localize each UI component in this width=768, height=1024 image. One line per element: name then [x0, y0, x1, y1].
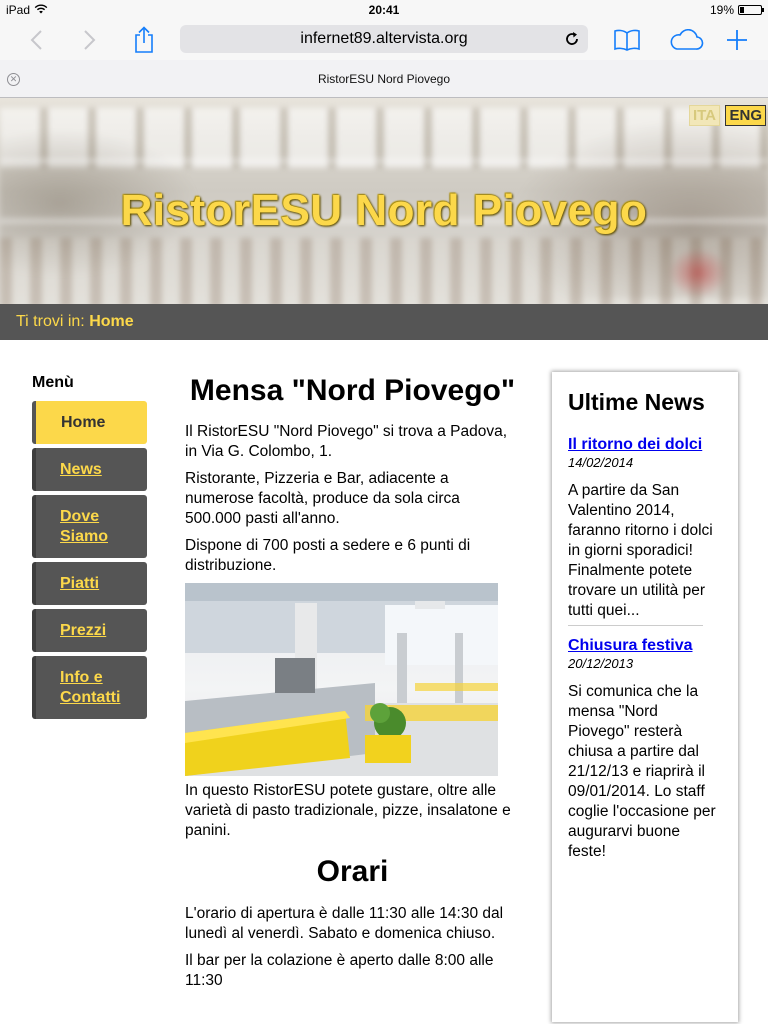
- language-eng-button[interactable]: ENG: [725, 105, 766, 126]
- bookmarks-icon[interactable]: [611, 24, 643, 56]
- battery-icon: [738, 5, 764, 15]
- status-right: 19%: [709, 3, 764, 17]
- news-sidebar: Ultime News Il ritorno dei dolci 14/02/2…: [552, 372, 738, 1022]
- breadcrumb-current: Home: [89, 313, 134, 330]
- status-bar: iPad 20:41 19%: [0, 0, 768, 20]
- news-item-date: 14/02/2014: [568, 455, 634, 470]
- battery-percent: 19%: [709, 3, 734, 17]
- forward-icon[interactable]: [74, 24, 106, 56]
- capacity-paragraph: Dispone di 700 posti a sedere e 6 punti …: [185, 537, 471, 574]
- intro-paragraph: Il RistorESU "Nord Piovego" si trova a P…: [185, 423, 508, 460]
- url-text: infernet89.altervista.org: [300, 30, 468, 47]
- menu-item-info-contatti[interactable]: Info e Contatti: [32, 656, 147, 719]
- back-icon[interactable]: [20, 24, 52, 56]
- canteen-photo: [185, 583, 498, 776]
- language-ita-button[interactable]: ITA: [688, 105, 720, 126]
- news-item: Chiusura festiva 20/12/2013 Si comunica …: [568, 636, 722, 862]
- tab-bar: ✕ RistorESU Nord Piovego: [0, 60, 768, 98]
- news-divider: [568, 625, 703, 626]
- icloud-tabs-icon[interactable]: [666, 24, 706, 56]
- share-icon[interactable]: [128, 24, 160, 56]
- menu-item-news[interactable]: News: [32, 448, 147, 491]
- tab-title[interactable]: RistorESU Nord Piovego: [0, 72, 768, 86]
- side-menu: Menù Home News Dove Siamo Piatti Prezzi …: [32, 374, 148, 723]
- page-title: Mensa "Nord Piovego": [189, 374, 516, 407]
- menu-item-dove-siamo[interactable]: Dove Siamo: [32, 495, 147, 558]
- reload-icon[interactable]: [562, 29, 582, 49]
- bar-hours-paragraph: Il bar per la colazione è aperto dalle 8…: [185, 952, 494, 989]
- main-content: Mensa "Nord Piovego" Il RistorESU "Nord …: [185, 372, 520, 998]
- breadcrumb: Ti trovi in: Home: [0, 304, 768, 340]
- news-item-title-link[interactable]: Il ritorno dei dolci: [568, 435, 722, 455]
- breadcrumb-prefix: Ti trovi in:: [16, 313, 85, 330]
- address-bar[interactable]: infernet89.altervista.org: [180, 25, 588, 53]
- hours-paragraph: L'orario di apertura è dalle 11:30 alle …: [185, 905, 504, 942]
- news-item-date: 20/12/2013: [568, 656, 634, 671]
- news-item-text: Si comunica che la mensa "Nord Piovego" …: [568, 683, 716, 860]
- photo-caption: In questo RistorESU potete gustare, oltr…: [185, 782, 511, 839]
- news-item-title-link[interactable]: Chiusura festiva: [568, 636, 722, 656]
- menu-item-piatti[interactable]: Piatti: [32, 562, 147, 605]
- description-paragraph: Ristorante, Pizzeria e Bar, adiacente a …: [185, 470, 460, 527]
- site-title: RistorESU Nord Piovego: [120, 186, 648, 235]
- browser-toolbar: infernet89.altervista.org: [0, 20, 768, 60]
- header-banner: ITA ENG RistorESU Nord Piovego: [0, 98, 768, 304]
- menu-item-home[interactable]: Home: [32, 401, 147, 444]
- hours-heading: Orari: [316, 855, 389, 888]
- news-title: Ultime News: [568, 389, 705, 415]
- news-item-text: A partire da San Valentino 2014, faranno…: [568, 482, 713, 619]
- menu-title: Menù: [32, 374, 74, 391]
- news-item: Il ritorno dei dolci 14/02/2014 A partir…: [568, 435, 722, 621]
- menu-item-prezzi[interactable]: Prezzi: [32, 609, 147, 652]
- new-tab-icon[interactable]: [721, 24, 753, 56]
- clock: 20:41: [368, 3, 400, 17]
